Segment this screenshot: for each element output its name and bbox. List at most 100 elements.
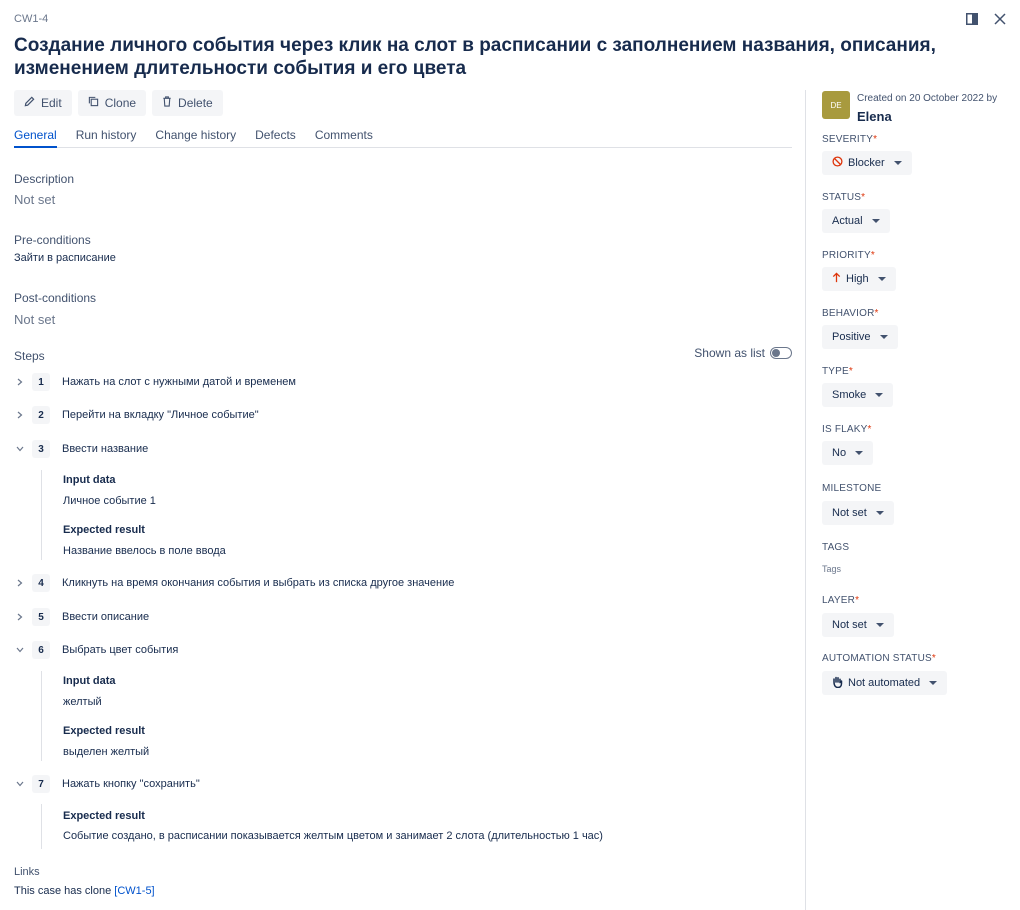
tags-input[interactable]: Tags — [822, 564, 841, 574]
milestone-label: MILESTONE — [822, 483, 882, 494]
main-panel: Edit Clone Delete General Run history Ch… — [14, 90, 792, 910]
step-text: Нажать на слот с нужными датой и времене… — [62, 376, 296, 388]
toolbar: Edit Clone Delete — [14, 90, 792, 116]
delete-button[interactable]: Delete — [152, 90, 223, 116]
clone-label: Clone — [104, 96, 137, 110]
step-number: 7 — [32, 775, 50, 793]
chevron-down-icon — [929, 681, 938, 685]
tab-bar: General Run history Change history Defec… — [14, 128, 792, 148]
type-label: TYPE* — [822, 366, 854, 377]
is-flaky-label: IS FLAKY* — [822, 424, 872, 435]
window-controls — [964, 11, 1008, 27]
type-value: Smoke — [832, 389, 867, 401]
shown-as-list-label: Shown as list — [694, 346, 765, 360]
preconditions-label: Pre-conditions — [14, 233, 91, 247]
expected-result-label: Expected result — [63, 524, 145, 536]
author-name: Elena — [857, 109, 892, 124]
tab-comments[interactable]: Comments — [315, 128, 373, 148]
links-text: This case has clone — [14, 885, 115, 897]
step-text: Ввести описание — [62, 611, 150, 623]
severity-dropdown[interactable]: Blocker — [822, 151, 912, 175]
severity-value: Blocker — [848, 157, 885, 169]
step-text: Нажать кнопку "сохранить" — [62, 778, 200, 790]
step-row[interactable]: 6 Выбрать цвет события — [14, 640, 792, 660]
edit-label: Edit — [41, 96, 62, 110]
close-icon[interactable] — [992, 11, 1008, 27]
postconditions-value: Not set — [14, 312, 56, 327]
description-label: Description — [14, 172, 75, 186]
avatar: DE — [822, 91, 850, 119]
hand-icon — [832, 676, 843, 691]
arrow-up-icon — [832, 272, 841, 286]
type-dropdown[interactable]: Smoke — [822, 383, 894, 407]
chevron-down-icon[interactable] — [15, 779, 25, 789]
is-flaky-dropdown[interactable]: No — [822, 441, 874, 465]
links-label: Links — [14, 866, 40, 878]
chevron-down-icon[interactable] — [15, 645, 25, 655]
pencil-icon — [24, 96, 35, 110]
tab-change-history[interactable]: Change history — [155, 128, 236, 148]
status-dropdown[interactable]: Actual — [822, 209, 890, 233]
step-number: 6 — [32, 641, 50, 659]
chevron-down-icon — [879, 335, 888, 339]
edit-button[interactable]: Edit — [14, 90, 72, 116]
chevron-down-icon[interactable] — [15, 444, 25, 454]
step-row[interactable]: 7 Нажать кнопку "сохранить" — [14, 774, 792, 794]
input-data-label: Input data — [63, 675, 116, 687]
step-text: Перейти на вкладку "Личное событие" — [62, 409, 259, 421]
tab-run-history[interactable]: Run history — [76, 128, 137, 148]
sidebar-toggle-icon[interactable] — [964, 11, 980, 27]
step-row[interactable]: 2 Перейти на вкладку "Личное событие" — [14, 405, 792, 425]
chevron-right-icon[interactable] — [15, 578, 25, 588]
step-details: Input data Личное событие 1 Expected res… — [41, 470, 226, 560]
behavior-label: BEHAVIOR* — [822, 308, 879, 319]
step-row[interactable]: 5 Ввести описание — [14, 607, 792, 627]
expected-result-value: Событие создано, в расписании показывает… — [63, 830, 603, 842]
priority-label: PRIORITY* — [822, 250, 875, 261]
clone-button[interactable]: Clone — [77, 90, 147, 116]
chevron-right-icon[interactable] — [15, 612, 25, 622]
is-flaky-value: No — [832, 447, 847, 459]
chevron-right-icon[interactable] — [15, 377, 25, 387]
milestone-dropdown[interactable]: Not set — [822, 501, 894, 525]
priority-value: High — [846, 273, 869, 285]
step-details: Input data желтый Expected result выделе… — [41, 671, 149, 761]
chevron-down-icon — [875, 623, 884, 627]
step-text: Кликнуть на время окончания события и вы… — [62, 577, 455, 589]
chevron-down-icon — [855, 451, 864, 455]
expected-result-label: Expected result — [63, 725, 145, 737]
chevron-down-icon — [875, 393, 884, 397]
status-value: Actual — [832, 215, 863, 227]
automation-status-value: Not automated — [848, 677, 921, 689]
input-data-value: Личное событие 1 — [63, 495, 156, 507]
expected-result-value: выделен желтый — [63, 746, 150, 758]
automation-status-label: AUTOMATION STATUS* — [822, 653, 936, 664]
step-text: Выбрать цвет события — [62, 644, 179, 656]
shown-as-list-toggle[interactable] — [770, 347, 792, 359]
delete-label: Delete — [178, 96, 213, 110]
blocker-icon — [832, 156, 843, 170]
trash-icon — [162, 96, 172, 110]
links-row: This case has clone [CW1-5] — [14, 885, 155, 897]
step-row[interactable]: 1 Нажать на слот с нужными датой и време… — [14, 372, 792, 392]
panel-divider — [805, 90, 806, 910]
step-number: 5 — [32, 608, 50, 626]
tab-defects[interactable]: Defects — [255, 128, 296, 148]
step-number: 3 — [32, 440, 50, 458]
tab-general[interactable]: General — [14, 128, 57, 148]
step-row[interactable]: 4 Кликнуть на время окончания события и … — [14, 573, 792, 593]
page-title: Создание личного события через клик на с… — [14, 35, 936, 79]
steps-label: Steps — [14, 349, 45, 363]
layer-dropdown[interactable]: Not set — [822, 613, 894, 637]
chevron-right-icon[interactable] — [15, 410, 25, 420]
step-row[interactable]: 3 Ввести название — [14, 439, 792, 459]
expected-result-value: Название ввелось в поле ввода — [63, 545, 226, 557]
chevron-down-icon — [877, 277, 886, 281]
automation-status-dropdown[interactable]: Not automated — [822, 671, 948, 695]
behavior-dropdown[interactable]: Positive — [822, 325, 898, 349]
step-text: Ввести название — [62, 443, 149, 455]
clone-link[interactable]: [CW1-5] — [114, 885, 154, 897]
case-key: CW1-4 — [14, 13, 49, 25]
priority-dropdown[interactable]: High — [822, 267, 896, 291]
behavior-value: Positive — [832, 331, 871, 343]
